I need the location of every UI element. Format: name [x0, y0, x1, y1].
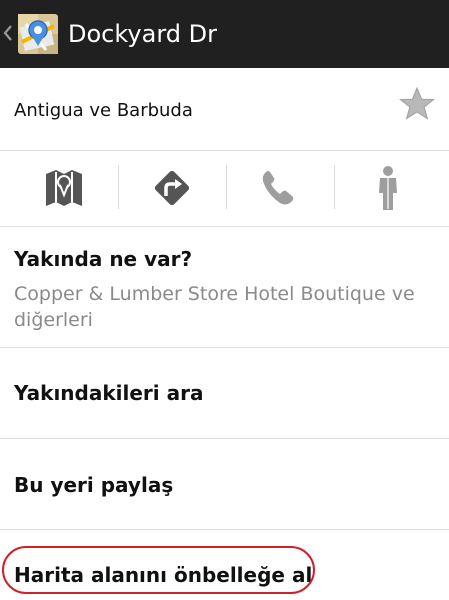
action-bar: Dockyard Dr — [0, 0, 449, 68]
street-view-button[interactable] — [334, 151, 446, 226]
highlight-annotation — [2, 546, 315, 594]
nearby-subtitle: Copper & Lumber Store Hotel Boutique ve … — [14, 283, 415, 331]
search-nearby-item[interactable]: Yakındakileri ara — [0, 348, 449, 439]
map-icon — [46, 170, 82, 206]
place-country: Antigua ve Barbuda — [14, 100, 193, 121]
maps-app-icon[interactable] — [16, 12, 60, 56]
place-header: Antigua ve Barbuda — [0, 68, 449, 151]
nearby-item[interactable]: Yakında ne var? Copper & Lumber Store Ho… — [0, 227, 449, 348]
page-title: Dockyard Dr — [68, 20, 217, 48]
star-icon[interactable] — [399, 87, 435, 121]
share-place-label: Bu yeri paylaş — [14, 473, 174, 497]
place-actions-bar — [0, 151, 449, 227]
search-nearby-label: Yakındakileri ara — [14, 381, 204, 405]
nearby-title: Yakında ne var? — [14, 247, 193, 271]
chevron-left-icon[interactable] — [3, 23, 13, 43]
map-button[interactable] — [0, 151, 112, 226]
phone-icon — [262, 171, 294, 205]
pegman-icon — [379, 166, 397, 210]
share-place-item[interactable]: Bu yeri paylaş — [0, 439, 449, 530]
call-button[interactable] — [226, 151, 338, 226]
directions-icon — [154, 170, 190, 206]
directions-button[interactable] — [118, 151, 230, 226]
